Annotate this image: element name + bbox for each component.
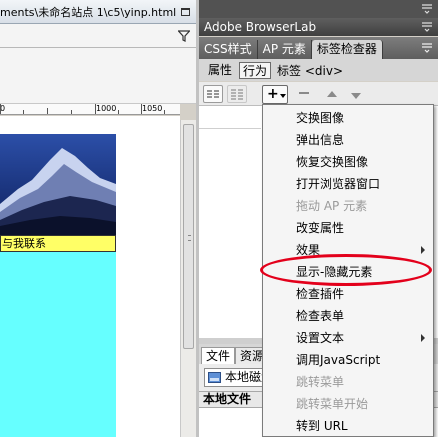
ruler-label: 1000 [96,104,117,113]
ruler-tick [23,110,24,114]
menu-item-validate-form[interactable]: 检查表单 [263,305,433,327]
menu-item-swap-image[interactable]: 交换图像 [263,107,433,129]
document-toolbar-secondary [0,48,196,104]
menu-item-jump-menu: 跳转菜单 [296,375,345,389]
menu-item-swap-image-restore[interactable]: 恢复交换图像 [263,151,433,173]
menu-item-popup-message[interactable]: 弹出信息 [263,129,433,151]
menu-item-open-browser-window[interactable]: 打开浏览器窗口 [263,173,433,195]
menu-item-go-to-url[interactable]: 转到 URL [263,415,433,437]
scrollbar-thumb[interactable] [183,124,194,349]
local-disk-icon [208,372,221,383]
move-up-icon[interactable] [327,91,337,97]
move-down-icon[interactable] [351,93,361,99]
panel-options-icon[interactable] [422,4,432,14]
behavior-toolbar: + [199,82,438,106]
subtab-behaviors[interactable]: 行为 [239,61,272,79]
browserlab-panel-header[interactable]: Adobe BrowserLab [199,18,438,36]
ruler-tick [47,108,48,114]
contact-text: 与我联系 [2,237,46,250]
tag-label: 标签 <div> [277,63,344,78]
show-set-events-button[interactable] [203,85,223,103]
ruler-tick [164,110,165,114]
menu-item-set-text[interactable]: 设置文本 [263,327,433,349]
tab-ap-elements[interactable]: AP 元素 [258,40,312,59]
ruler-tick [118,110,119,114]
ruler-tick [95,104,96,114]
add-behavior-button[interactable]: + [262,85,288,104]
chevron-down-icon [280,94,286,98]
submenu-arrow-icon [421,246,425,254]
menu-item-jump-menu-go: 跳转菜单开始 [296,397,369,411]
menu-item-show-hide-elements[interactable]: 显示-隐藏元素 [263,261,433,283]
menu-item-change-property[interactable]: 改变属性 [263,217,433,239]
list-all-events-icon [231,89,243,100]
cyan-content-region [0,252,116,437]
ruler-tick [141,104,142,114]
ruler-label: 1050 [142,104,163,113]
local-files-header: 本地文件 [203,392,252,406]
add-behavior-menu: 交换图像 弹出信息 恢复交换图像 打开浏览器窗口 拖动 AP 元素 改变属性 效… [262,104,434,437]
plus-icon: + [267,86,279,102]
horizontal-ruler: 0 1000 1050 [0,104,180,115]
mountain-photo [0,134,116,235]
show-all-events-button[interactable] [227,85,247,103]
submenu-arrow-icon [421,334,425,342]
tab-css-styles[interactable]: CSS样式 [199,40,258,59]
panel-tabbar: CSS样式 AP 元素 标签检查器 [199,37,438,59]
filter-funnel-icon[interactable] [178,30,190,42]
list-set-events-icon [207,90,219,98]
document-toolbar [0,24,196,48]
design-canvas[interactable]: 与我联系 [0,116,180,437]
document-titlebar: ments\未命名站点 1\c5\yinp.html [0,0,196,24]
list-divider [199,128,261,129]
remove-behavior-icon[interactable] [299,92,309,94]
tab-files[interactable]: 文件 [201,347,236,364]
ruler-tick [71,110,72,114]
subtab-attributes[interactable]: 属性 [205,62,235,79]
ruler-tick [0,104,1,114]
tab-tag-inspector[interactable]: 标签检查器 [311,40,383,59]
document-path-title: ments\未命名站点 1\c5\yinp.html [0,5,177,19]
panel-options-icon[interactable] [422,22,432,32]
panel-group-topbar [199,0,438,18]
vertical-scrollbar[interactable] [180,120,196,437]
menu-item-call-javascript[interactable]: 调用JavaScript [263,349,433,371]
restore-window-icon[interactable] [178,5,192,19]
inspector-subtabs: 属性 行为 标签 <div> [199,59,438,81]
contact-text-box[interactable]: 与我联系 [0,235,116,252]
menu-item-drag-ap-element: 拖动 AP 元素 [296,199,368,213]
scrollbar-grip [188,235,191,241]
menu-item-effects[interactable]: 效果 [263,239,433,261]
browserlab-title: Adobe BrowserLab [204,20,317,34]
panel-options-icon[interactable] [422,43,432,53]
menu-item-check-plugin[interactable]: 检查插件 [263,283,433,305]
